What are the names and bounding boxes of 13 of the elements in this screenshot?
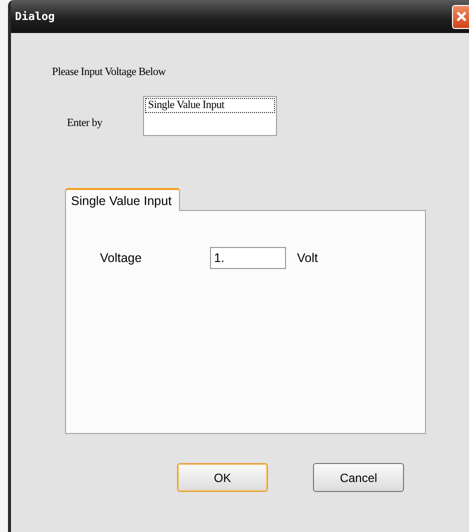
close-icon xyxy=(456,11,466,22)
prompt-text: Please Input Voltage Below xyxy=(52,66,167,78)
unit-label: Volt xyxy=(297,251,318,265)
tab[interactable]: Single Value Input xyxy=(65,188,180,211)
voltage-label: Voltage xyxy=(100,251,143,265)
close-button[interactable] xyxy=(452,4,469,28)
list-item[interactable]: Single Value Input xyxy=(145,98,275,113)
window-title: Dialog xyxy=(15,10,55,23)
cancel-button[interactable]: Cancel xyxy=(313,463,404,492)
enter-by-label: Enter by xyxy=(67,117,104,131)
ok-button[interactable]: OK xyxy=(177,463,268,492)
list-box[interactable]: Single Value Input xyxy=(143,96,277,136)
voltage-field[interactable]: 1. xyxy=(210,247,286,269)
